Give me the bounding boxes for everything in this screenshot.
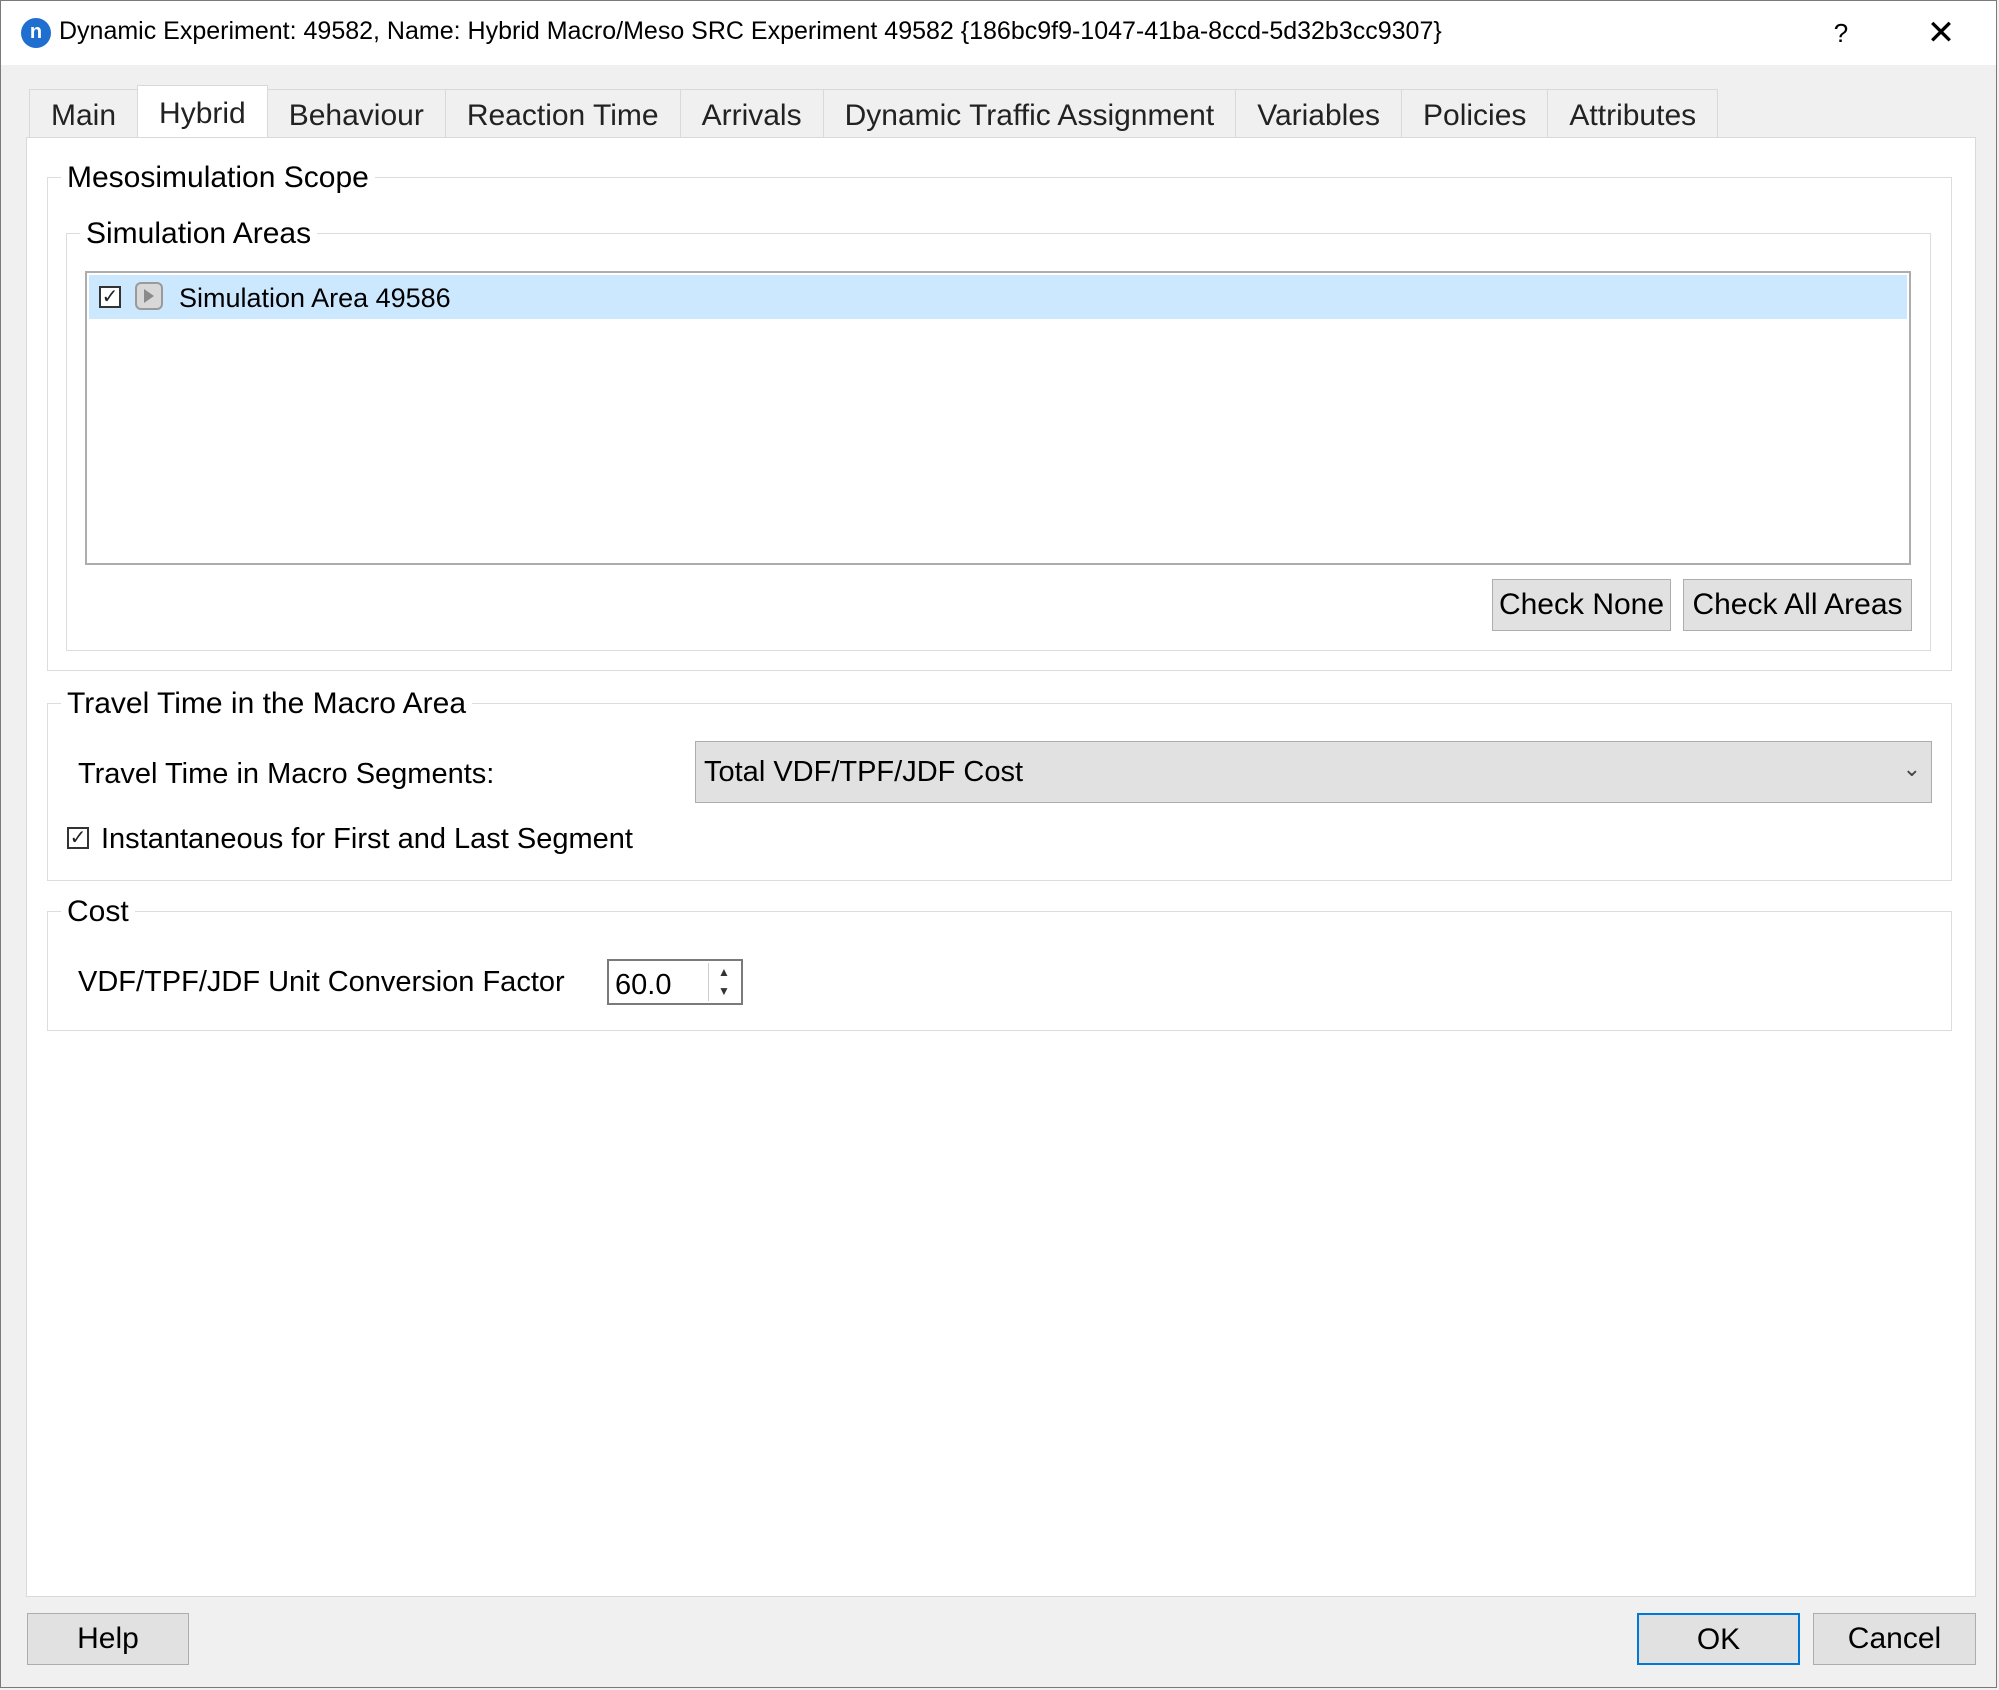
tab-main[interactable]: Main bbox=[29, 89, 139, 137]
macro-segments-select[interactable]: Total VDF/TPF/JDF Cost ⌄ bbox=[695, 741, 1932, 803]
conversion-factor-value: 60.0 bbox=[615, 969, 672, 1001]
instantaneous-label: Instantaneous for First and Last Segment bbox=[101, 823, 633, 855]
experiment-dialog: n Dynamic Experiment: 49582, Name: Hybri… bbox=[0, 0, 1997, 1688]
cancel-button[interactable]: Cancel bbox=[1813, 1613, 1976, 1665]
tab-hybrid[interactable]: Hybrid bbox=[137, 85, 268, 137]
conversion-factor-label: VDF/TPF/JDF Unit Conversion Factor bbox=[78, 966, 565, 998]
mesosimulation-scope-title: Mesosimulation Scope bbox=[61, 161, 375, 195]
area-checkbox[interactable]: ✓ bbox=[99, 286, 121, 308]
macro-segments-value: Total VDF/TPF/JDF Cost bbox=[704, 756, 1024, 788]
area-label: Simulation Area 49586 bbox=[179, 283, 451, 313]
tab-behaviour[interactable]: Behaviour bbox=[266, 89, 446, 137]
travel-time-title: Travel Time in the Macro Area bbox=[61, 687, 473, 721]
tab-policies[interactable]: Policies bbox=[1401, 89, 1549, 137]
tab-bar: Main Hybrid Behaviour Reaction Time Arri… bbox=[29, 85, 1719, 139]
spin-up-icon[interactable]: ▲ bbox=[709, 963, 739, 982]
simulation-area-icon bbox=[135, 282, 163, 310]
tab-reaction-time[interactable]: Reaction Time bbox=[444, 89, 681, 137]
chevron-down-icon: ⌄ bbox=[1902, 756, 1921, 781]
spin-arrows: ▲ ▼ bbox=[708, 963, 739, 1001]
conversion-factor-spinbox[interactable]: 60.0 ▲ ▼ bbox=[607, 959, 743, 1005]
tab-dynamic-traffic-assignment[interactable]: Dynamic Traffic Assignment bbox=[822, 89, 1237, 137]
ok-button[interactable]: OK bbox=[1637, 1613, 1800, 1665]
macro-segments-label: Travel Time in Macro Segments: bbox=[78, 758, 495, 790]
close-icon[interactable]: ✕ bbox=[1916, 11, 1966, 55]
check-none-button[interactable]: Check None bbox=[1492, 579, 1671, 631]
help-button[interactable]: Help bbox=[27, 1613, 189, 1665]
help-question-icon[interactable]: ? bbox=[1816, 11, 1866, 55]
window-title: Dynamic Experiment: 49582, Name: Hybrid … bbox=[59, 17, 1442, 45]
tab-arrivals[interactable]: Arrivals bbox=[679, 89, 824, 137]
simulation-areas-title: Simulation Areas bbox=[80, 217, 318, 251]
list-item[interactable]: ✓ Simulation Area 49586 bbox=[89, 275, 1907, 319]
cost-title: Cost bbox=[61, 895, 135, 929]
app-icon: n bbox=[21, 18, 51, 48]
title-bar: n Dynamic Experiment: 49582, Name: Hybri… bbox=[1, 1, 1996, 65]
tab-variables[interactable]: Variables bbox=[1235, 89, 1403, 137]
tab-attributes[interactable]: Attributes bbox=[1547, 89, 1719, 137]
instantaneous-checkbox[interactable]: ✓ bbox=[67, 827, 89, 849]
simulation-areas-list[interactable]: ✓ Simulation Area 49586 bbox=[85, 271, 1911, 565]
spin-down-icon[interactable]: ▼ bbox=[709, 982, 739, 1001]
check-all-areas-button[interactable]: Check All Areas bbox=[1683, 579, 1912, 631]
